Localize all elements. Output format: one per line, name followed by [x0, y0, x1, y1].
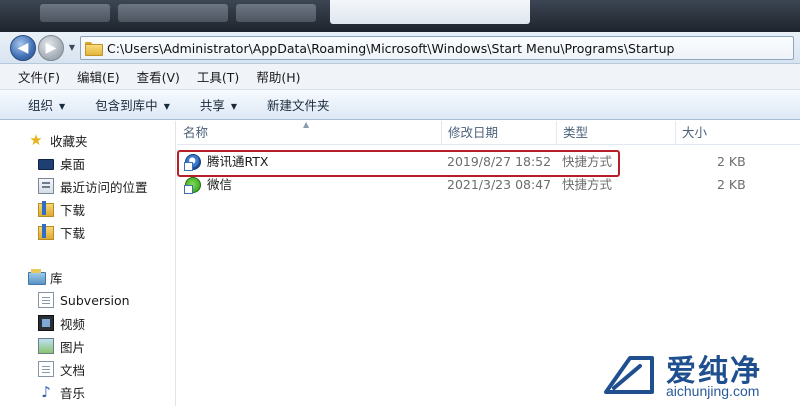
sidebar-item-pictures[interactable]: 图片: [38, 335, 85, 357]
address-row: ◀ ▶ ▼ C:\Users\Administrator\AppData\Roa…: [0, 32, 800, 64]
file-row[interactable]: 微信 2021/3/23 08:47 快捷方式 2 KB: [177, 174, 800, 196]
sidebar-item-label: 下载: [60, 225, 86, 241]
organize-button[interactable]: 组织 ▼: [28, 95, 65, 114]
document-library-icon: [38, 361, 54, 377]
column-header-row: ▲ 名称 修改日期 类型 大小: [177, 121, 800, 145]
address-bar[interactable]: C:\Users\Administrator\AppData\Roaming\M…: [80, 36, 794, 60]
desktop-icon: [38, 158, 54, 170]
sidebar-item-label: 视频: [60, 316, 86, 332]
file-type: 快捷方式: [562, 177, 613, 192]
sidebar-item-videos[interactable]: 视频: [38, 312, 85, 334]
watermark-logo-icon: [604, 356, 654, 394]
column-header-name[interactable]: 名称: [177, 121, 441, 145]
sidebar-item-label: Subversion: [60, 292, 130, 308]
libraries-icon: [28, 269, 46, 285]
new-folder-button[interactable]: 新建文件夹: [267, 95, 330, 114]
menu-help[interactable]: 帮助(H): [256, 67, 300, 86]
sidebar-item-label: 文档: [60, 362, 86, 378]
menu-view[interactable]: 查看(V): [137, 67, 180, 86]
taskbar-tab[interactable]: [118, 4, 228, 22]
file-date: 2021/3/23 08:47: [447, 177, 552, 192]
sidebar-item-libraries[interactable]: 库: [28, 266, 63, 288]
menu-file[interactable]: 文件(F): [18, 67, 60, 86]
sidebar-item-label: 库: [50, 270, 63, 286]
sidebar-item-label: 下载: [60, 202, 86, 218]
sidebar-item-label: 图片: [60, 339, 86, 355]
sidebar-item-downloads[interactable]: 下载: [38, 221, 85, 243]
sidebar-item-label: 最近访问的位置: [60, 179, 148, 195]
video-library-icon: [38, 315, 54, 331]
wechat-shortcut-icon: [184, 177, 201, 194]
share-button[interactable]: 共享 ▼: [200, 95, 237, 114]
sidebar-item-music[interactable]: ♪ 音乐: [38, 381, 85, 403]
menu-edit[interactable]: 编辑(E): [77, 67, 120, 86]
include-in-library-label: 包含到库中: [95, 98, 158, 113]
star-icon: ★: [29, 131, 43, 149]
taskbar-tab[interactable]: [40, 4, 110, 22]
chevron-down-icon: ▼: [59, 102, 66, 111]
folder-icon: [85, 42, 103, 56]
background-window: [330, 0, 530, 24]
sidebar-item-desktop[interactable]: 桌面: [38, 152, 85, 174]
organize-label: 组织: [28, 98, 54, 113]
music-note-icon: ♪: [41, 383, 51, 401]
sidebar-item-favorites[interactable]: ★ 收藏夹: [28, 129, 88, 151]
rtx-shortcut-icon: [184, 154, 201, 171]
document-library-icon: [38, 292, 54, 308]
file-row[interactable]: 腾讯通RTX 2019/8/27 18:52 快捷方式 2 KB: [177, 151, 800, 173]
file-type: 快捷方式: [562, 154, 613, 169]
downloads-folder-icon: [38, 224, 54, 240]
sidebar-item-subversion[interactable]: Subversion: [38, 289, 130, 311]
file-size: 2 KB: [717, 177, 746, 192]
file-date: 2019/8/27 18:52: [447, 154, 552, 169]
window-title-bar: [0, 0, 800, 32]
arrow-left-icon: ◀: [17, 40, 29, 56]
downloads-folder-icon: [38, 201, 54, 217]
watermark-url: aichunjing.com: [666, 383, 760, 399]
include-in-library-button[interactable]: 包含到库中 ▼: [95, 95, 170, 114]
forward-button[interactable]: ▶: [38, 35, 64, 61]
recent-pages-dropdown[interactable]: ▼: [67, 42, 77, 54]
column-header-date[interactable]: 修改日期: [441, 121, 556, 145]
menu-bar: 文件(F) 编辑(E) 查看(V) 工具(T) 帮助(H): [0, 64, 800, 90]
share-label: 共享: [199, 98, 225, 113]
file-name[interactable]: 微信: [207, 174, 232, 196]
sidebar-item-downloads[interactable]: 下载: [38, 198, 85, 220]
back-button[interactable]: ◀: [10, 35, 36, 61]
file-name[interactable]: 腾讯通RTX: [207, 151, 268, 173]
chevron-down-icon: ▼: [230, 102, 238, 111]
column-header-type[interactable]: 类型: [556, 121, 675, 145]
sidebar-item-label: 收藏夹: [50, 133, 88, 149]
recent-places-icon: [38, 178, 54, 194]
column-header-size[interactable]: 大小: [675, 121, 800, 145]
sidebar-item-recent-places[interactable]: 最近访问的位置: [38, 175, 148, 197]
chevron-down-icon: ▼: [163, 102, 170, 111]
file-size: 2 KB: [717, 154, 746, 169]
sidebar-item-label: 音乐: [60, 385, 86, 401]
command-bar: 组织 ▼ 包含到库中 ▼ 共享 ▼ 新建文件夹: [0, 90, 800, 120]
sidebar-item-label: 桌面: [60, 156, 86, 172]
navigation-pane: ★ 收藏夹 桌面 最近访问的位置 下载 下载 库 Subversion 视频 图…: [0, 121, 176, 406]
sidebar-item-documents[interactable]: 文档: [38, 358, 85, 380]
address-path[interactable]: C:\Users\Administrator\AppData\Roaming\M…: [107, 41, 674, 56]
menu-tools[interactable]: 工具(T): [197, 67, 239, 86]
taskbar-tab[interactable]: [236, 4, 316, 22]
arrow-right-icon: ▶: [45, 40, 57, 56]
picture-library-icon: [38, 338, 54, 354]
